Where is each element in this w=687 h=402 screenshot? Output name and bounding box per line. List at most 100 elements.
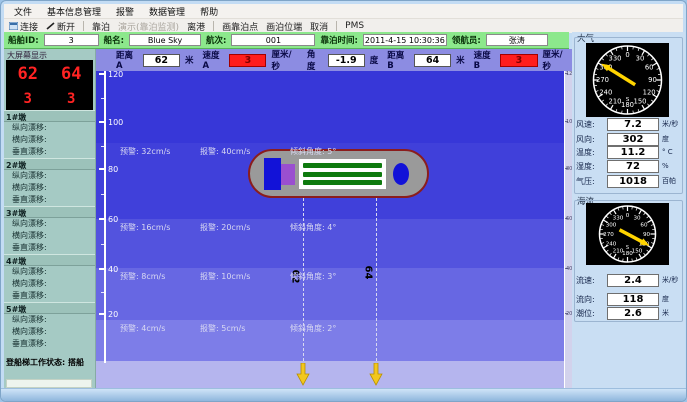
toolbar: 连接断开 靠泊演示(靠泊监测) 离港 画靠泊点画泊位端取消 PMS <box>4 18 683 33</box>
alarm-threshold: 报警: 40cm/s <box>200 146 290 157</box>
y-axis-label: 60 <box>108 215 118 224</box>
toolbar-button-断开[interactable]: 断开 <box>46 20 75 33</box>
menu-item-报警[interactable]: 报警 <box>116 5 134 18</box>
toolbar-button-label: 连接 <box>20 20 38 33</box>
toolbar-button-离港[interactable]: 离港 <box>187 20 205 33</box>
drift-row: 垂直漂移: <box>4 194 95 206</box>
menu-bar: 文件 基本信息管理 报警 数据管理 帮助 <box>4 4 683 18</box>
band-thresholds: 预警: 16cm/s报警: 20cm/s倾斜角度: 4° <box>120 222 336 233</box>
toolbar-button-取消[interactable]: 取消 <box>310 20 328 33</box>
big-display-title: 大屏幕显示 <box>4 49 95 59</box>
alarm-threshold: 报警: 20cm/s <box>200 222 290 233</box>
y-axis-minor-tick <box>101 292 104 293</box>
toolbar-button-label: 演示(靠泊监测) <box>118 20 179 33</box>
y-axis-tick <box>99 268 104 270</box>
readout-label: 角度 <box>307 48 323 72</box>
weather-unit: 度 <box>662 134 669 144</box>
y-axis-minor-tick <box>101 194 104 195</box>
field-value-航次[interactable]: 001 <box>231 34 315 46</box>
ship-bridge <box>264 158 281 190</box>
readout-bar: 距离A62米速度A3厘米/秒角度-1.9度距离B64米速度B3厘米/秒 <box>96 49 573 71</box>
svg-text:270: 270 <box>596 76 609 84</box>
field-label: 领航员: <box>452 34 481 46</box>
svg-text:240: 240 <box>599 89 612 97</box>
pier-group-header-3#墩: 3#墩 <box>4 206 95 218</box>
current-label: 潮位: <box>576 308 607 319</box>
menu-item-文件[interactable]: 文件 <box>14 5 32 18</box>
readout-label: 距离B <box>387 49 409 71</box>
weather-value: 1018 <box>607 175 659 188</box>
display-distance-a: 62 <box>18 64 38 84</box>
sidebar: 大屏幕显示 62 64 3 3 1#墩纵向漂移:横向漂移:垂直漂移:2#墩纵向漂… <box>4 49 96 391</box>
svg-text:120: 120 <box>643 89 656 97</box>
field-label: 船名: <box>104 34 124 46</box>
readout-label: 速度A <box>202 49 224 71</box>
tilt-threshold: 倾斜角度: 5° <box>290 146 336 157</box>
weather-row: 温度:11.2° C <box>576 145 673 159</box>
menu-item-基本信息管理[interactable]: 基本信息管理 <box>47 5 101 18</box>
dock-strip <box>96 361 564 391</box>
app-window: 文件 基本信息管理 报警 数据管理 帮助 连接断开 靠泊演示(靠泊监测) 离港 画靠泊点画泊位… <box>0 0 687 402</box>
toolbar-button-PMS[interactable]: PMS <box>345 21 364 31</box>
weather-value: 7.2 <box>607 118 659 131</box>
drift-row: 横向漂移: <box>4 230 95 242</box>
readout-unit: 度 <box>370 54 379 66</box>
field-value-靠泊时间[interactable]: 2011-4-15 10:30:36 <box>363 34 447 46</box>
svg-text:240: 240 <box>606 242 617 248</box>
weather-value: 72 <box>607 160 659 173</box>
weather-value: 11.2 <box>607 146 659 159</box>
y-axis-label: 100 <box>108 118 123 127</box>
drift-row: 横向漂移: <box>4 278 95 290</box>
gangway-status-value: 搭船 <box>68 358 84 367</box>
toolbar-button-label: 画靠泊点 <box>222 20 258 33</box>
drift-row: 横向漂移: <box>4 326 95 338</box>
weather-unit: % <box>662 162 669 170</box>
disconnect-icon <box>46 22 55 30</box>
y-axis-line <box>104 71 106 363</box>
ship-deck <box>299 159 386 189</box>
warn-threshold: 预警: 8cm/s <box>120 271 200 282</box>
y-axis-tick <box>99 168 104 170</box>
field-value-船舶ID[interactable]: 3 <box>44 34 99 46</box>
weather-label: 风向: <box>576 134 607 145</box>
readout-unit: 厘米/秒 <box>543 48 569 72</box>
pier-group-header-1#墩: 1#墩 <box>4 110 95 122</box>
svg-text:330: 330 <box>613 216 624 222</box>
toolbar-button-画泊位端[interactable]: 画泊位端 <box>266 20 302 33</box>
current-row: 流速:2.4米/秒 <box>576 273 678 287</box>
gangway-status: 登船梯工作状态: 搭船 <box>4 355 95 368</box>
toolbar-separator <box>83 21 84 31</box>
range-line-b <box>376 198 377 361</box>
y-axis-tick <box>99 313 104 315</box>
weather-value: 302 <box>607 133 659 146</box>
warn-threshold: 预警: 32cm/s <box>120 146 200 157</box>
warn-threshold: 预警: 16cm/s <box>120 222 200 233</box>
svg-text:0: 0 <box>625 51 629 59</box>
ship-bow <box>393 163 409 185</box>
menu-item-数据管理[interactable]: 数据管理 <box>149 5 185 18</box>
svg-text:210: 210 <box>609 98 622 106</box>
menu-item-帮助[interactable]: 帮助 <box>200 5 218 18</box>
field-value-领航员[interactable]: 张涛 <box>486 34 548 46</box>
svg-text:180: 180 <box>622 251 633 257</box>
drift-row: 垂直漂移: <box>4 338 95 350</box>
toolbar-button-靠泊[interactable]: 靠泊 <box>92 20 110 33</box>
svg-text:0: 0 <box>626 213 630 219</box>
weather-label: 风速: <box>576 119 607 130</box>
y-axis-tick <box>99 218 104 220</box>
current-value: 2.4 <box>607 274 659 287</box>
toolbar-button-连接[interactable]: 连接 <box>9 20 38 33</box>
connect-icon <box>9 22 18 30</box>
readout-value-速度A: 3 <box>229 54 266 67</box>
gangway-status-label: 登船梯工作状态: <box>6 358 65 367</box>
svg-text:30: 30 <box>633 216 641 222</box>
svg-text:150: 150 <box>634 98 647 106</box>
sensor-marker-a-icon <box>296 363 310 387</box>
field-value-船名[interactable]: Blue Sky <box>129 34 201 46</box>
toolbar-button-label: 画泊位端 <box>266 20 302 33</box>
toolbar-button-画靠泊点[interactable]: 画靠泊点 <box>222 20 258 33</box>
svg-text:300: 300 <box>606 223 617 229</box>
weather-row: 风速:7.2米/秒 <box>576 117 678 131</box>
drift-row: 纵向漂移: <box>4 170 95 182</box>
field-label: 靠泊时间: <box>320 34 357 46</box>
